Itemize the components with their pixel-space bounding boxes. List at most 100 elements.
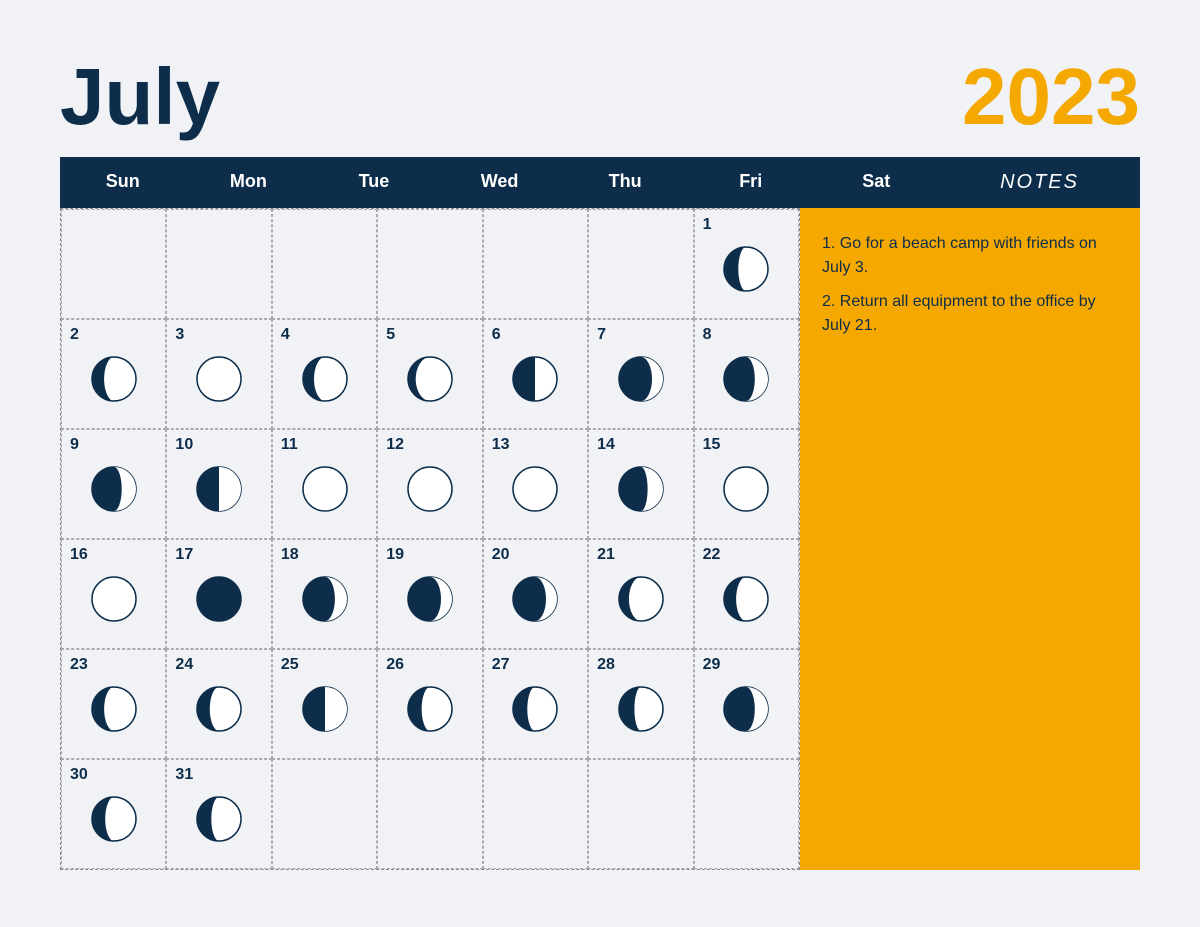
day-cell: 30 bbox=[61, 759, 166, 869]
day-number: 15 bbox=[703, 436, 721, 454]
moon-phase-icon bbox=[87, 568, 141, 631]
day-cell: 16 bbox=[61, 539, 166, 649]
day-cell: 22 bbox=[694, 539, 799, 649]
weekday-mon: Mon bbox=[186, 157, 312, 208]
day-cell: 3 bbox=[166, 319, 271, 429]
moon-phase-icon bbox=[508, 678, 562, 741]
day-cell: 11 bbox=[272, 429, 377, 539]
moon-phase-icon bbox=[719, 348, 773, 411]
day-number: 13 bbox=[492, 436, 510, 454]
day-cell: 2 bbox=[61, 319, 166, 429]
day-cell: 18 bbox=[272, 539, 377, 649]
day-number: 3 bbox=[175, 326, 184, 344]
day-cell: 9 bbox=[61, 429, 166, 539]
day-cell: 21 bbox=[588, 539, 693, 649]
moon-phase-icon bbox=[298, 458, 352, 521]
moon-phase-icon bbox=[192, 458, 246, 521]
day-number: 25 bbox=[281, 656, 299, 674]
moon-phase-icon bbox=[87, 458, 141, 521]
day-cell bbox=[694, 759, 799, 869]
day-number: 2 bbox=[70, 326, 79, 344]
day-number: 22 bbox=[703, 546, 721, 564]
day-number: 10 bbox=[175, 436, 193, 454]
day-cell: 28 bbox=[588, 649, 693, 759]
moon-phase-icon bbox=[192, 348, 246, 411]
day-number: 11 bbox=[281, 436, 298, 454]
day-number: 9 bbox=[70, 436, 79, 454]
day-cell: 12 bbox=[377, 429, 482, 539]
day-number: 28 bbox=[597, 656, 615, 674]
month-title: July bbox=[60, 57, 220, 137]
calendar-body: 1 2 34 5 6 7 8 9 bbox=[60, 208, 1140, 870]
day-cell bbox=[588, 759, 693, 869]
moon-phase-icon bbox=[508, 568, 562, 631]
day-cell: 27 bbox=[483, 649, 588, 759]
calendar-container: July 2023 Sun Mon Tue Wed Thu Fri Sat NO… bbox=[30, 27, 1170, 900]
moon-phase-icon bbox=[614, 458, 668, 521]
day-number: 19 bbox=[386, 546, 404, 564]
day-cell: 20 bbox=[483, 539, 588, 649]
moon-phase-icon bbox=[508, 458, 562, 521]
day-number: 8 bbox=[703, 326, 712, 344]
day-number: 16 bbox=[70, 546, 88, 564]
moon-phase-icon bbox=[403, 678, 457, 741]
day-cell: 17 bbox=[166, 539, 271, 649]
moon-phase-icon bbox=[719, 678, 773, 741]
moon-phase-icon bbox=[719, 238, 773, 301]
day-cell: 14 bbox=[588, 429, 693, 539]
day-number: 24 bbox=[175, 656, 193, 674]
day-cell bbox=[272, 759, 377, 869]
day-number: 30 bbox=[70, 766, 88, 784]
day-cell: 10 bbox=[166, 429, 271, 539]
day-number: 29 bbox=[703, 656, 721, 674]
calendar-grid: 1 2 34 5 6 7 8 9 bbox=[60, 208, 800, 870]
day-cell: 13 bbox=[483, 429, 588, 539]
day-number: 26 bbox=[386, 656, 404, 674]
day-number: 18 bbox=[281, 546, 299, 564]
day-number: 5 bbox=[386, 326, 395, 344]
day-cell bbox=[272, 209, 377, 319]
moon-phase-icon bbox=[403, 568, 457, 631]
day-cell: 1 bbox=[694, 209, 799, 319]
moon-phase-icon bbox=[614, 568, 668, 631]
weekday-tue: Tue bbox=[311, 157, 437, 208]
day-number: 7 bbox=[597, 326, 606, 344]
day-cell: 26 bbox=[377, 649, 482, 759]
moon-phase-icon bbox=[87, 788, 141, 851]
moon-phase-icon bbox=[508, 348, 562, 411]
day-cell: 4 bbox=[272, 319, 377, 429]
day-cell: 23 bbox=[61, 649, 166, 759]
day-cell bbox=[377, 759, 482, 869]
day-cell bbox=[483, 209, 588, 319]
day-cell bbox=[61, 209, 166, 319]
moon-phase-icon bbox=[614, 678, 668, 741]
notes-header-label: NOTES bbox=[939, 157, 1140, 208]
moon-phase-icon bbox=[192, 678, 246, 741]
day-cell bbox=[483, 759, 588, 869]
moon-phase-icon bbox=[298, 678, 352, 741]
weekday-sun: Sun bbox=[60, 157, 186, 208]
day-cell: 31 bbox=[166, 759, 271, 869]
moon-phase-icon bbox=[192, 788, 246, 851]
day-number: 17 bbox=[175, 546, 193, 564]
day-number: 14 bbox=[597, 436, 615, 454]
day-cell bbox=[166, 209, 271, 319]
weekday-wed: Wed bbox=[437, 157, 563, 208]
day-number: 12 bbox=[386, 436, 404, 454]
note-2: 2. Return all equipment to the office by… bbox=[822, 290, 1118, 338]
day-number: 27 bbox=[492, 656, 510, 674]
day-cell: 7 bbox=[588, 319, 693, 429]
day-number: 23 bbox=[70, 656, 88, 674]
moon-phase-icon bbox=[719, 458, 773, 521]
weekday-thu: Thu bbox=[562, 157, 688, 208]
moon-phase-icon bbox=[192, 568, 246, 631]
moon-phase-icon bbox=[87, 348, 141, 411]
moon-phase-icon bbox=[87, 678, 141, 741]
moon-phase-icon bbox=[719, 568, 773, 631]
calendar-header: July 2023 bbox=[60, 57, 1140, 137]
day-cell: 19 bbox=[377, 539, 482, 649]
day-cell: 29 bbox=[694, 649, 799, 759]
weekday-fri: Fri bbox=[688, 157, 814, 208]
day-cell bbox=[588, 209, 693, 319]
day-number: 20 bbox=[492, 546, 510, 564]
